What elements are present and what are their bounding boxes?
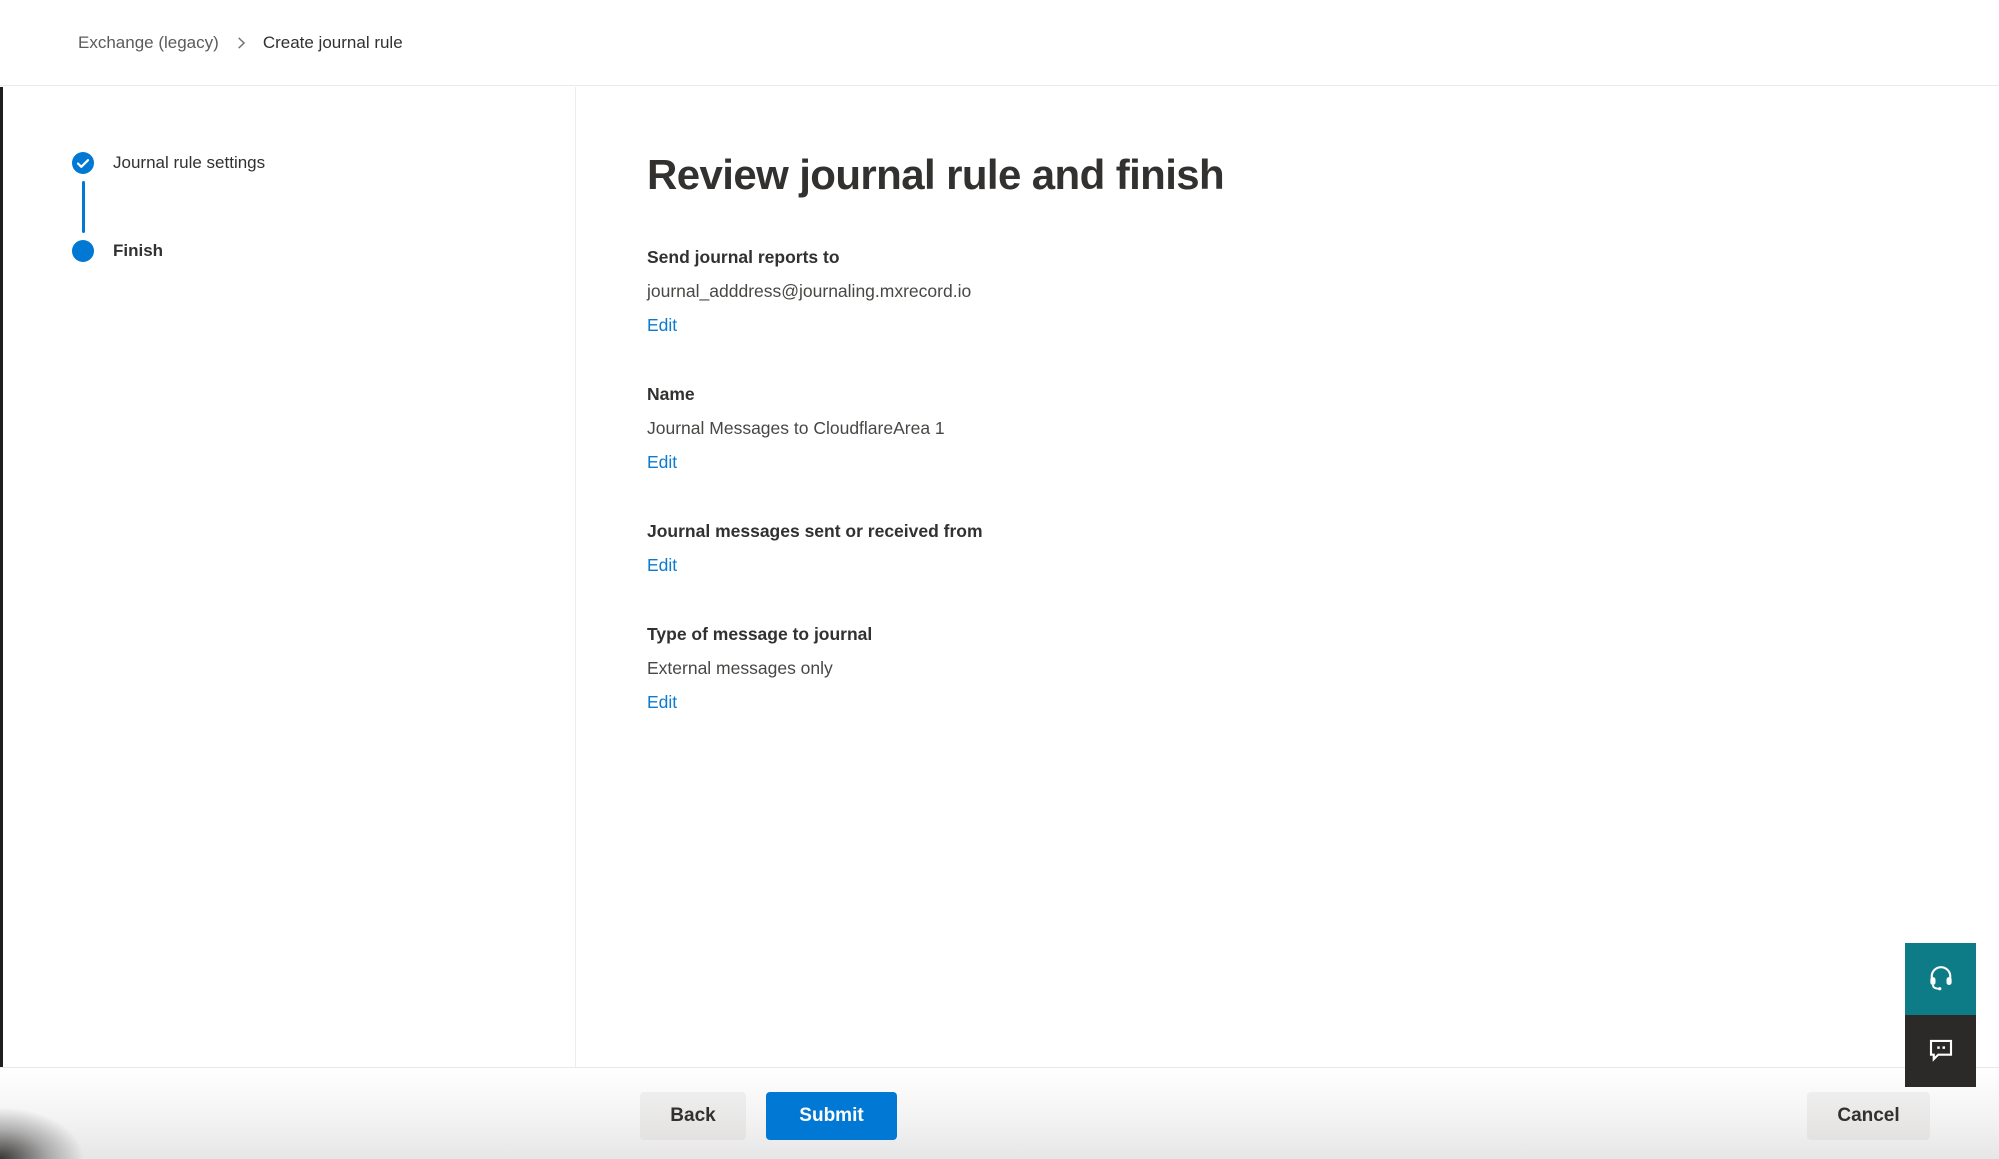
wizard-step-finish[interactable]: Finish bbox=[72, 240, 575, 262]
edit-link[interactable]: Edit bbox=[647, 451, 677, 473]
edit-link[interactable]: Edit bbox=[647, 314, 677, 336]
section-label: Name bbox=[647, 383, 1959, 405]
wizard-step-label: Finish bbox=[113, 241, 163, 261]
section-label: Send journal reports to bbox=[647, 246, 1959, 268]
cancel-button[interactable]: Cancel bbox=[1807, 1092, 1930, 1140]
help-button[interactable] bbox=[1905, 943, 1976, 1015]
headset-icon bbox=[1926, 962, 1956, 997]
section-label: Type of message to journal bbox=[647, 623, 1959, 645]
chevron-right-icon bbox=[234, 36, 248, 50]
wizard-steps-panel: Journal rule settings Finish bbox=[0, 87, 576, 1067]
edit-link[interactable]: Edit bbox=[647, 554, 677, 576]
filled-circle-icon bbox=[72, 240, 94, 262]
wizard-footer: Back Submit Cancel bbox=[0, 1067, 1999, 1159]
back-button[interactable]: Back bbox=[640, 1092, 746, 1140]
review-section-send-journal-reports-to: Send journal reports to journal_adddress… bbox=[647, 246, 1959, 336]
left-edge-strip bbox=[0, 87, 3, 1067]
feedback-speech-bubble-icon bbox=[1926, 1034, 1956, 1069]
review-pane: Review journal rule and finish Send jour… bbox=[577, 87, 1999, 1067]
edit-link[interactable]: Edit bbox=[647, 691, 677, 713]
page-title: Review journal rule and finish bbox=[647, 151, 1959, 199]
section-value: Journal Messages to CloudflareArea 1 bbox=[647, 417, 1959, 439]
check-circle-icon bbox=[72, 152, 94, 174]
breadcrumb-current: Create journal rule bbox=[263, 33, 403, 53]
review-section-journal-messages-sent-or-received-from: Journal messages sent or received from E… bbox=[647, 520, 1959, 576]
floating-button-stack bbox=[1905, 943, 1976, 1087]
feedback-button[interactable] bbox=[1905, 1015, 1976, 1087]
section-label: Journal messages sent or received from bbox=[647, 520, 1959, 542]
review-section-type-of-message-to-journal: Type of message to journal External mess… bbox=[647, 623, 1959, 713]
wizard-step-journal-rule-settings[interactable]: Journal rule settings bbox=[72, 152, 575, 174]
breadcrumb: Exchange (legacy) Create journal rule bbox=[78, 33, 403, 53]
submit-button[interactable]: Submit bbox=[766, 1092, 897, 1140]
breadcrumb-bar: Exchange (legacy) Create journal rule bbox=[0, 0, 1999, 86]
section-value: journal_adddress@journaling.mxrecord.io bbox=[647, 280, 1959, 302]
breadcrumb-parent-link[interactable]: Exchange (legacy) bbox=[78, 33, 219, 53]
section-value: External messages only bbox=[647, 657, 1959, 679]
wizard-step-label: Journal rule settings bbox=[113, 153, 265, 173]
wizard-step-connector bbox=[82, 181, 85, 233]
review-section-name: Name Journal Messages to CloudflareArea … bbox=[647, 383, 1959, 473]
